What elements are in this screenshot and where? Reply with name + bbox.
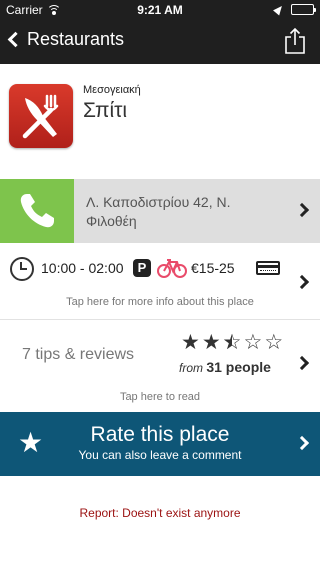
chevron-left-icon [7,31,24,48]
battery-icon [291,4,316,15]
tips-hint: Tap here to read [119,391,201,403]
rate-title: Rate this place [90,423,230,446]
status-right [273,3,316,16]
star-empty-icon: ☆ [243,331,263,354]
star-half-icon: ☆★ [222,331,242,354]
address-text: Λ. Καποδιστρίου 42, Ν. Φιλοθέη [86,194,231,229]
info-hint: Tap here for more info about this place [66,296,254,308]
place-header: Μεσογειακή Σπίτι [0,64,320,179]
chevron-right-icon [294,274,310,290]
address-row[interactable]: Λ. Καποδιστρίου 42, Ν. Φιλοθέη [0,179,320,243]
place-category: Μεσογειακή [83,84,141,96]
phone-icon [20,194,55,228]
tips-count: 7 tips & reviews [22,346,135,363]
back-button-label: Restaurants [27,29,125,49]
back-button[interactable]: Restaurants [6,29,124,50]
status-bar: Carrier 9:21 AM [0,0,320,20]
chevron-right-icon [294,202,310,218]
report-link[interactable]: Report: Doesn't exist anymore [0,506,320,520]
bicycle-icon [157,259,187,278]
price-range: €15-25 [191,260,235,276]
rating-count: from 31 people [179,359,271,375]
share-icon[interactable] [284,28,306,54]
rate-place-button[interactable]: ★ Rate this place You can also leave a c… [0,412,320,476]
star-empty-icon: ☆ [264,331,284,354]
opening-hours: 10:00 - 02:00 [41,260,124,276]
call-button[interactable] [0,179,74,243]
place-name: Σπίτι [83,99,128,122]
chevron-right-icon [294,355,310,371]
tips-row[interactable]: 7 tips & reviews ★★☆★☆☆ from 31 people T… [0,320,320,412]
star-full-icon: ★ [181,331,200,354]
info-row[interactable]: 10:00 - 02:00 P €15-25 Tap here for more… [0,243,320,320]
rate-subtitle: You can also leave a comment [78,448,242,462]
navigation-bar: Restaurants [0,20,320,64]
from-label: from [179,361,203,375]
people-count: 31 people [206,359,271,375]
rating-stars: ★★☆★☆☆ [181,332,283,354]
credit-card-icon [256,261,280,275]
parking-icon: P [133,259,151,277]
fork-knife-icon [9,84,73,148]
star-full-icon: ★ [201,331,221,354]
location-arrow-icon [273,3,285,16]
clock-icon [10,257,34,281]
